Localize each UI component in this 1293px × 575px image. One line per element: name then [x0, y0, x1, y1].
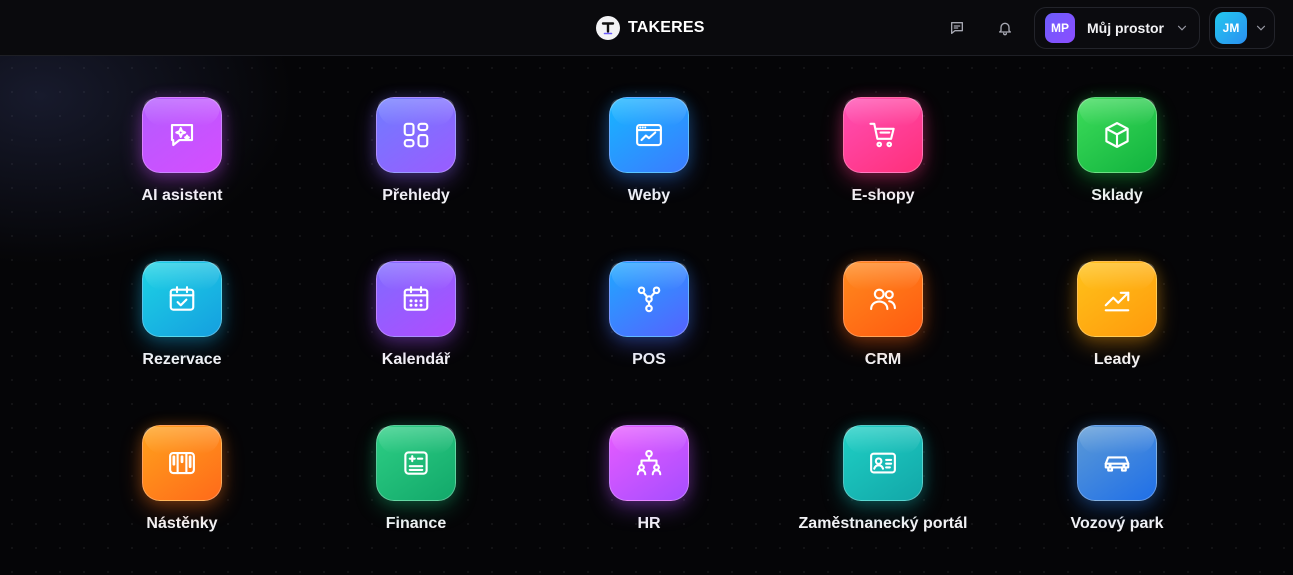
- ai-sparkle-chat-icon: [170, 123, 194, 147]
- chevron-down-icon: [1256, 25, 1266, 31]
- app-prehledy[interactable]: Přehledy: [316, 97, 516, 217]
- user-menu[interactable]: JM: [1209, 7, 1275, 49]
- browser-chart-icon: [636, 123, 662, 147]
- app-finance[interactable]: Finance: [316, 425, 516, 545]
- app-pos[interactable]: POS: [549, 261, 749, 381]
- messages-button[interactable]: [945, 16, 969, 40]
- calculator-icon: [404, 451, 428, 475]
- app-label: Přehledy: [382, 187, 450, 204]
- app-label: Kalendář: [381, 351, 451, 368]
- app-tile: [1077, 97, 1157, 173]
- app-vozovy-park[interactable]: Vozový park: [1017, 425, 1217, 545]
- app-label: HR: [637, 515, 661, 532]
- app-label: Leady: [1093, 351, 1141, 368]
- app-tile: [843, 261, 923, 337]
- workspace-avatar: MP: [1045, 13, 1075, 43]
- app-kalendar[interactable]: Kalendář: [316, 261, 516, 381]
- app-e-shopy[interactable]: E-shopy: [783, 97, 983, 217]
- brand[interactable]: TAKERES: [596, 16, 705, 40]
- workspace-switcher[interactable]: MP Můj prostor: [1034, 7, 1200, 49]
- app-label: POS: [632, 351, 666, 368]
- app-label: Sklady: [1091, 187, 1143, 204]
- app-hr[interactable]: HR: [549, 425, 749, 545]
- app-nastenky[interactable]: Nástěnky: [82, 425, 282, 545]
- brand-name: TAKERES: [628, 19, 705, 36]
- app-weby[interactable]: Weby: [549, 97, 749, 217]
- app-rezervace[interactable]: Rezervace: [82, 261, 282, 381]
- calendar-dots-icon: [403, 286, 429, 311]
- app-label: CRM: [864, 351, 902, 368]
- dashboard-grid-icon: [403, 122, 429, 148]
- app-tile: [609, 97, 689, 173]
- app-label: Vozový park: [1070, 515, 1164, 532]
- user-avatar: JM: [1215, 12, 1247, 44]
- app-zamestnanecky-portal[interactable]: Zaměstnanecký portál: [783, 425, 983, 545]
- app-label: Rezervace: [142, 351, 222, 368]
- car-icon: [1104, 456, 1130, 472]
- workspace-name: Můj prostor: [1087, 20, 1164, 36]
- top-bar: TAKERES MP Můj prostor JM: [0, 0, 1293, 56]
- trending-up-icon: [1104, 291, 1130, 312]
- app-tile: [843, 425, 923, 501]
- app-label: Nástěnky: [146, 515, 218, 532]
- notifications-button[interactable]: [993, 16, 1017, 40]
- kanban-board-icon: [169, 451, 195, 475]
- app-tile: [142, 261, 222, 337]
- app-tile: [609, 425, 689, 501]
- bell-icon: [999, 22, 1011, 36]
- app-tile: [609, 261, 689, 337]
- app-tile: [376, 425, 456, 501]
- shopping-cart-icon: [869, 122, 895, 148]
- app-label: Weby: [627, 187, 671, 204]
- chevron-down-icon: [1177, 25, 1187, 31]
- app-tile: [142, 425, 222, 501]
- app-tile: [1077, 425, 1157, 501]
- git-branch-icon: [637, 286, 661, 313]
- app-tile: [843, 97, 923, 173]
- brand-logo-icon: [596, 16, 620, 40]
- id-card-icon: [870, 452, 896, 474]
- app-tile: [142, 97, 222, 173]
- app-leady[interactable]: Leady: [1017, 261, 1217, 381]
- app-label: AI asistent: [141, 187, 223, 204]
- app-label: E-shopy: [851, 187, 915, 204]
- app-label: Zaměstnanecký portál: [798, 515, 968, 532]
- app-ai-asistent[interactable]: AI asistent: [82, 97, 282, 217]
- message-icon: [951, 22, 963, 34]
- app-crm[interactable]: CRM: [783, 261, 983, 381]
- app-tile: [376, 97, 456, 173]
- app-tile: [376, 261, 456, 337]
- app-sklady[interactable]: Sklady: [1017, 97, 1217, 217]
- users-icon: [870, 288, 896, 311]
- org-chart-icon: [636, 449, 662, 476]
- app-tile: [1077, 261, 1157, 337]
- box-cube-icon: [1105, 122, 1129, 148]
- calendar-check-icon: [169, 286, 195, 311]
- app-label: Finance: [385, 515, 447, 532]
